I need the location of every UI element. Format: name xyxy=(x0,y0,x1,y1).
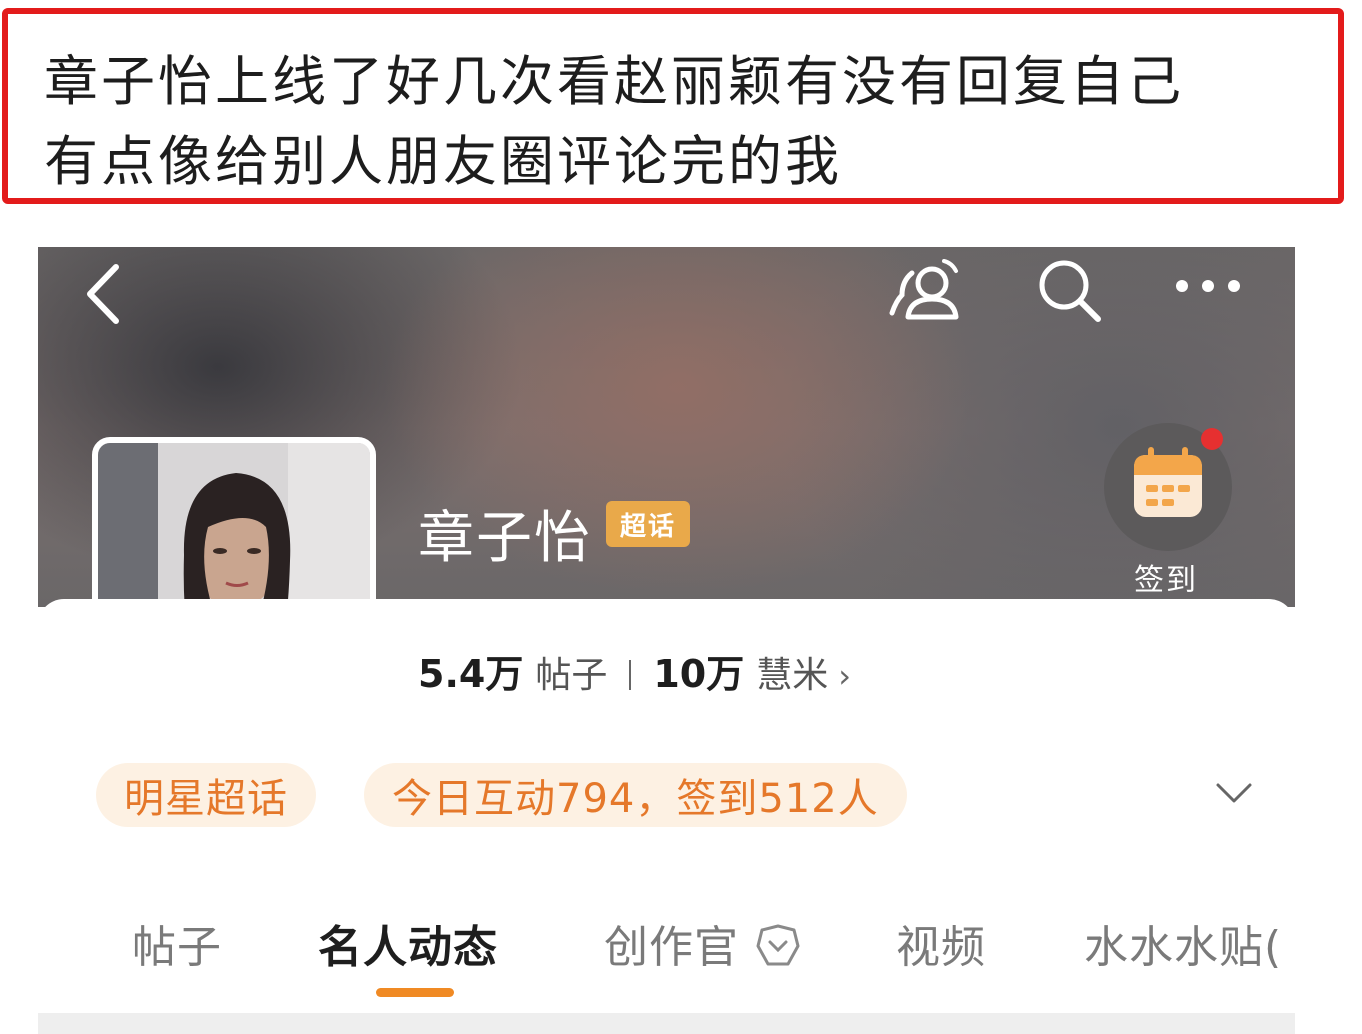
badge-icon xyxy=(756,924,800,966)
posts-label: 帖子 xyxy=(535,655,608,696)
back-icon[interactable] xyxy=(80,259,128,329)
posts-count: 5.4万 xyxy=(418,652,524,696)
people-icon[interactable] xyxy=(886,251,966,327)
app-screenshot: 章子怡 超话 签到 5.4万 帖子 10万 慧米 › 明星超话 今日互动794，… xyxy=(38,247,1295,1034)
tab-celebrity-updates[interactable]: 名人动态 xyxy=(318,911,498,975)
tab-creator-label: 创作官 xyxy=(604,922,739,973)
tab-posts[interactable]: 帖子 xyxy=(132,911,222,975)
caption-line-1: 章子怡上线了好几次看赵丽颖有没有回复自己 xyxy=(44,50,1184,113)
search-icon[interactable] xyxy=(1032,253,1106,327)
fans-label: 慧米 xyxy=(756,655,829,696)
chevron-right-icon: › xyxy=(838,657,852,695)
content-divider xyxy=(38,1013,1295,1034)
category-tag[interactable]: 明星超话 xyxy=(96,763,316,827)
activity-tag[interactable]: 今日互动794，签到512人 xyxy=(364,763,907,827)
stats-divider xyxy=(629,660,632,690)
supertopic-badge: 超话 xyxy=(606,501,690,547)
fans-count: 10万 xyxy=(653,652,745,696)
tab-videos[interactable]: 视频 xyxy=(896,911,986,975)
more-icon[interactable] xyxy=(1168,271,1248,301)
stats-row[interactable]: 5.4万 帖子 10万 慧米 › xyxy=(418,643,851,698)
signin-label: 签到 xyxy=(1134,563,1198,598)
active-tab-indicator xyxy=(376,988,454,997)
tab-creator[interactable]: 创作官 xyxy=(604,911,802,975)
caption-line-2: 有点像给别人朋友圈评论完的我 xyxy=(44,130,842,193)
notification-dot xyxy=(1201,428,1223,450)
chevron-down-icon[interactable] xyxy=(1214,779,1254,807)
supertopic-name: 章子怡 xyxy=(418,506,592,571)
tab-water-posts[interactable]: 水水水贴( xyxy=(1084,911,1282,975)
caption-box: 章子怡上线了好几次看赵丽颖有没有回复自己 有点像给别人朋友圈评论完的我 xyxy=(2,8,1344,204)
